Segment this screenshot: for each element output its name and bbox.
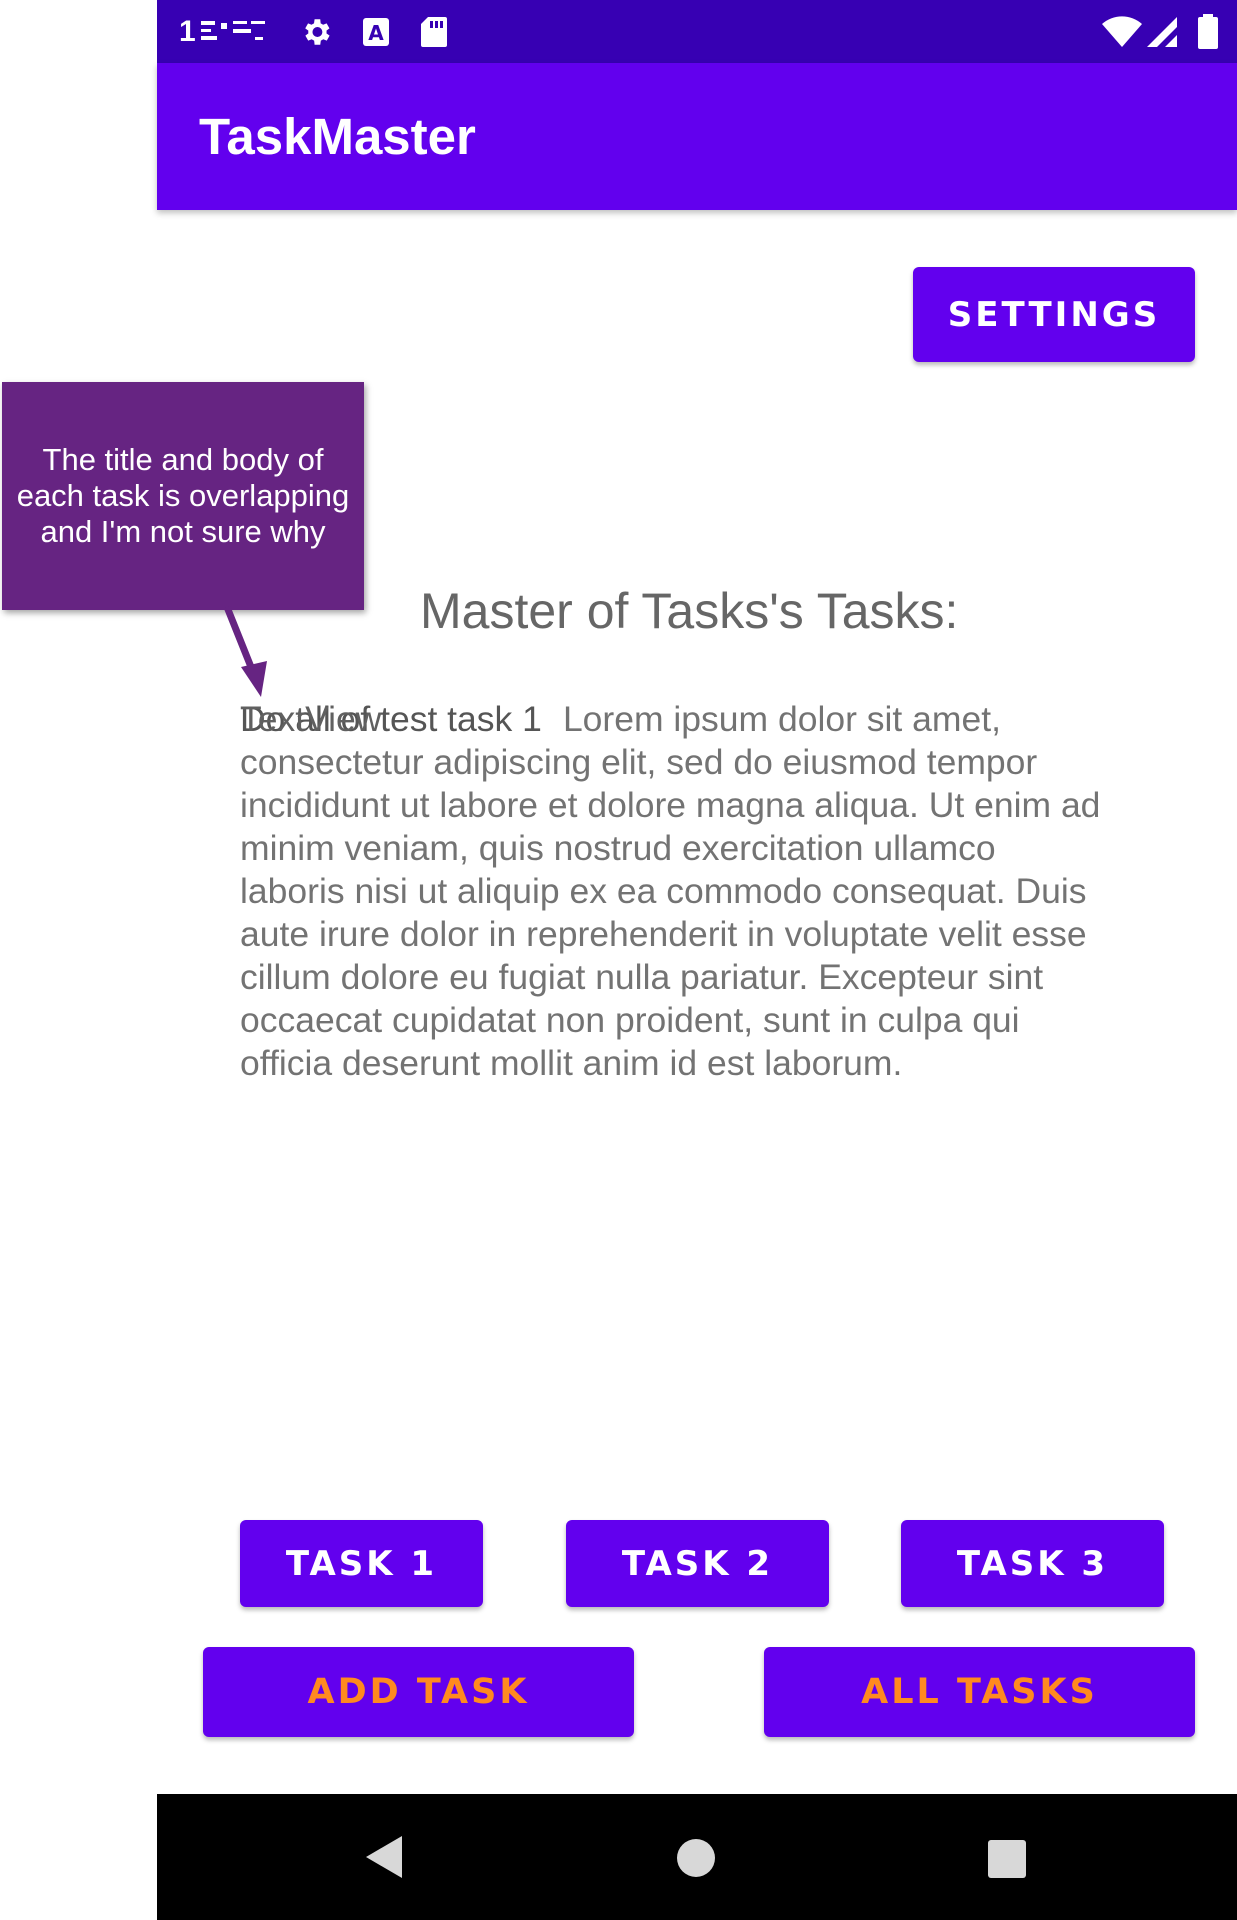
home-icon[interactable] <box>675 1837 717 1884</box>
annotation-callout: The title and body of each task is overl… <box>2 382 364 610</box>
annotation-text: The title and body of each task is overl… <box>16 442 350 549</box>
task-body: TextView test task 1 Lorem ipsum dolor s… <box>240 698 1110 1085</box>
task-body-text: Lorem ipsum dolor sit amet, consectetur … <box>240 699 1101 1083</box>
status-time: 1 <box>179 14 197 48</box>
task-2-button[interactable]: TASK 2 <box>566 1520 829 1607</box>
all-tasks-button[interactable]: ALL TASKS <box>764 1647 1195 1737</box>
sd-card-icon <box>420 0 448 63</box>
notification-icons <box>199 0 269 63</box>
a-badge-icon: A <box>362 0 390 63</box>
task-3-button[interactable]: TASK 3 <box>901 1520 1164 1607</box>
svg-text:A: A <box>368 21 384 45</box>
tasks-heading: Master of Tasks's Tasks: <box>420 583 959 639</box>
phone-screen: 1 A TaskMaster SETTINGS Master of Tasks'… <box>157 0 1237 1920</box>
annotation-arrow-icon <box>223 605 267 697</box>
task-1-button[interactable]: TASK 1 <box>240 1520 483 1607</box>
recents-icon[interactable] <box>987 1839 1027 1884</box>
navigation-bar <box>157 1794 1237 1920</box>
app-bar: TaskMaster <box>157 63 1237 210</box>
gear-icon <box>299 0 333 63</box>
app-title: TaskMaster <box>199 108 476 165</box>
add-task-button[interactable]: ADD TASK <box>203 1647 634 1737</box>
battery-icon <box>1197 0 1219 63</box>
status-bar: 1 A <box>157 0 1237 63</box>
back-icon[interactable] <box>362 1834 406 1885</box>
wifi-icon <box>1102 0 1142 63</box>
settings-button[interactable]: SETTINGS <box>913 267 1195 362</box>
signal-icon <box>1145 0 1179 63</box>
